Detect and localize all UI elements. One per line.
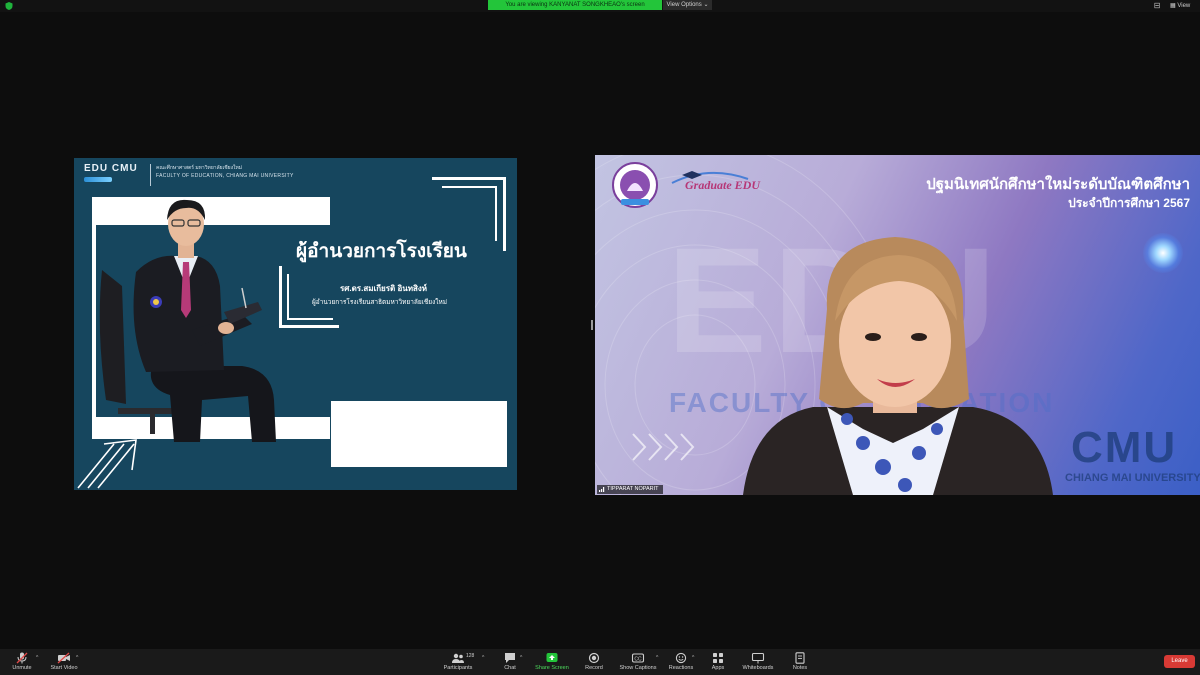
graduate-edu-text: Graduate EDU xyxy=(685,178,761,192)
university-seal-logo xyxy=(612,162,658,208)
reactions-label: Reactions xyxy=(668,665,694,671)
screen-share-banner: You are viewing KANYANAT SONGKHEAO's scr… xyxy=(488,0,662,10)
chevron-decoration xyxy=(632,433,695,461)
participants-button[interactable]: 128 Participants ^ xyxy=(440,649,485,675)
apps-button[interactable]: Apps xyxy=(706,649,730,675)
video-header-year: ประจำปีการศึกษา 2567 xyxy=(1068,196,1190,210)
chat-icon xyxy=(505,653,515,663)
reactions-icon xyxy=(675,652,687,664)
security-lock-icon[interactable]: ⊟ xyxy=(1152,1,1162,11)
share-screen-label: Share Screen xyxy=(535,665,569,671)
view-splitter-handle[interactable] xyxy=(591,320,593,330)
slide-white-box xyxy=(331,401,507,467)
notes-button[interactable]: Notes xyxy=(786,649,814,675)
show-captions-button[interactable]: CC Show Captions ^ xyxy=(616,649,660,675)
view-options-label: View Options xyxy=(666,2,702,8)
start-video-label: Start Video xyxy=(50,665,78,671)
edu-cmu-logo-text: EDU CMU xyxy=(84,163,138,174)
video-off-icon xyxy=(57,652,70,664)
shared-screen-slide: EDU CMU คณะศึกษาศาสตร์ มหาวิทยาลัยเชียงใ… xyxy=(74,158,517,490)
meeting-toolbar: Unmute ^ Start Video ^ 128 Participants … xyxy=(0,649,1200,675)
signal-bars-icon xyxy=(599,487,605,492)
show-captions-label: Show Captions xyxy=(619,665,657,671)
participant-name-tag: TIPPARAT NOPARIT xyxy=(597,485,663,494)
participants-icon xyxy=(452,653,464,663)
chevron-up-icon[interactable]: ^ xyxy=(36,655,38,661)
participant-count: 128 xyxy=(466,653,475,659)
chat-label: Chat xyxy=(504,665,516,671)
whiteboards-label: Whiteboards xyxy=(742,665,774,671)
chevron-up-icon[interactable]: ^ xyxy=(482,655,484,661)
apps-label: Apps xyxy=(711,665,725,671)
chevron-up-icon[interactable]: ^ xyxy=(76,655,78,661)
slide-corner-decoration-inner xyxy=(442,186,497,241)
video-header-title: ปฐมนิเทศนักศึกษาใหม่ระดับบัณฑิตศึกษา xyxy=(926,176,1190,193)
captions-icon: CC xyxy=(631,653,645,663)
chevron-up-icon[interactable]: ^ xyxy=(656,655,658,661)
unmute-button[interactable]: Unmute ^ xyxy=(6,649,38,675)
logo-divider xyxy=(150,164,151,186)
notes-icon xyxy=(795,652,805,664)
grid-icon: ▦ xyxy=(1170,3,1176,9)
participant-person xyxy=(743,237,1053,495)
view-label: View xyxy=(1177,3,1191,9)
share-screen-button[interactable]: Share Screen xyxy=(532,649,572,675)
muted-microphone-icon xyxy=(16,652,28,664)
participant-name: TIPPARAT NOPARIT xyxy=(607,486,659,492)
light-flare xyxy=(1143,233,1183,273)
participant-video[interactable]: EDU FACULTY OF EDUCATION Graduate EDU ปฐ… xyxy=(595,155,1200,495)
record-icon xyxy=(588,652,600,664)
record-button[interactable]: Record xyxy=(582,649,606,675)
top-bar: You are viewing KANYANAT SONGKHEAO's scr… xyxy=(0,0,1200,12)
faculty-name-english: FACULTY OF EDUCATION, CHIANG MAI UNIVERS… xyxy=(156,173,294,179)
logo-bar xyxy=(84,177,112,182)
apps-icon xyxy=(713,653,723,663)
background-university-text: CHIANG MAI UNIVERSITY xyxy=(1065,472,1200,484)
share-screen-icon xyxy=(546,653,558,662)
arrow-decoration xyxy=(77,439,137,489)
presenter-role: ผู้อำนวยการโรงเรียนสาธิตมหาวิทยาลัยเชียง… xyxy=(312,299,448,306)
faculty-name-thai: คณะศึกษาศาสตร์ มหาวิทยาลัยเชียงใหม่ xyxy=(156,165,243,171)
presenter-photo xyxy=(99,199,276,442)
view-options-button[interactable]: View Options ⌄ xyxy=(663,0,712,10)
slide-title: ผู้อำนวยการโรงเรียน xyxy=(296,241,467,262)
notes-label: Notes xyxy=(792,665,808,671)
edu-cmu-logo: EDU CMU xyxy=(84,163,148,183)
presenter-name: รศ.ดร.สมเกียรติ อินทสิงห์ xyxy=(340,284,428,293)
reactions-button[interactable]: Reactions ^ xyxy=(666,649,696,675)
view-button[interactable]: ▦ View xyxy=(1170,1,1190,11)
whiteboard-icon xyxy=(751,652,765,664)
unmute-label: Unmute xyxy=(12,665,32,671)
start-video-button[interactable]: Start Video ^ xyxy=(46,649,82,675)
chevron-down-icon: ⌄ xyxy=(703,2,709,8)
chevron-up-icon[interactable]: ^ xyxy=(520,655,522,661)
record-label: Record xyxy=(585,665,603,671)
chevron-up-icon[interactable]: ^ xyxy=(692,655,694,661)
chat-button[interactable]: Chat ^ xyxy=(498,649,522,675)
shield-icon xyxy=(5,2,13,10)
whiteboards-button[interactable]: Whiteboards xyxy=(740,649,776,675)
svg-text:CC: CC xyxy=(634,656,642,662)
participants-label: Participants xyxy=(443,665,473,671)
background-cmu-text: CMU xyxy=(1071,423,1178,472)
leave-button[interactable]: Leave xyxy=(1164,655,1195,668)
